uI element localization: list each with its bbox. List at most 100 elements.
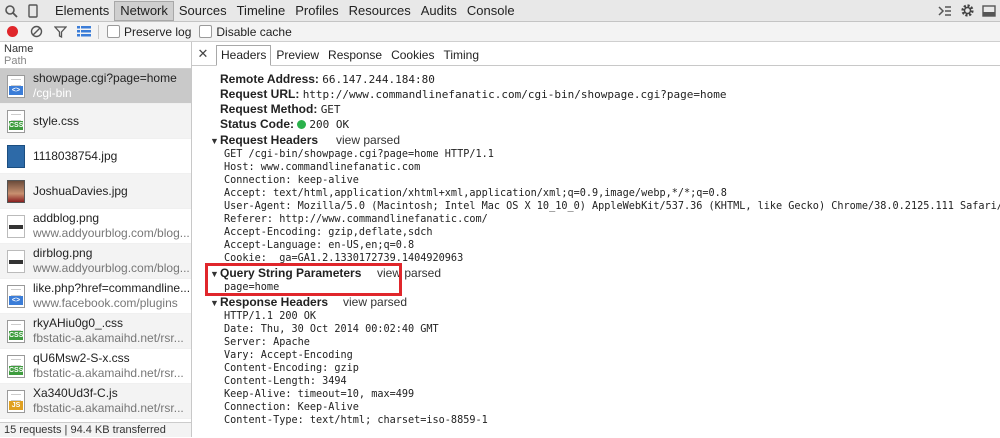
header-line: User-Agent: Mozilla/5.0 (Macintosh; Inte… xyxy=(224,201,1000,212)
request-headers-section-title[interactable]: ▼Request Headers view parsed xyxy=(210,132,1000,148)
response-headers-title: Response Headers xyxy=(220,295,329,309)
request-text: addblog.png www.addyourblog.com/blog... xyxy=(33,211,191,241)
request-details: ✕ Headers Preview Response Cookies Timing Re… xyxy=(192,42,1000,437)
panel-tab-audits[interactable]: Audits xyxy=(416,1,462,21)
gear-icon[interactable] xyxy=(956,0,978,22)
request-name: showpage.cgi?page=home xyxy=(33,71,177,85)
request-path: www.addyourblog.com/blog... xyxy=(33,226,190,240)
console-drawer-icon[interactable] xyxy=(934,0,956,22)
request-name: JoshuaDavies.jpg xyxy=(33,183,128,198)
panel-tab-timeline[interactable]: Timeline xyxy=(232,1,291,21)
request-headers-view-parsed[interactable]: view parsed xyxy=(336,132,400,148)
request-row[interactable]: addblog.png www.addyourblog.com/blog... xyxy=(0,209,191,244)
response-headers-section-title[interactable]: ▼Response Headers view parsed xyxy=(210,294,1000,310)
preserve-log-box[interactable] xyxy=(107,25,120,38)
request-list: Name Path <> showpage.cgi?page=home/cgi-b… xyxy=(0,42,192,437)
general-label: Request URL: xyxy=(220,87,300,101)
request-name: dirblog.png xyxy=(33,246,93,260)
device-mode-icon[interactable] xyxy=(22,0,44,22)
disable-cache-checkbox[interactable]: Disable cache xyxy=(199,25,292,39)
query-params-section-title[interactable]: ▼Query String Parameters view parsed xyxy=(210,265,1000,281)
request-path: fbstatic-a.akamaihd.net/rsr... xyxy=(33,366,184,380)
request-path: www.facebook.com/plugins xyxy=(33,296,178,310)
disable-cache-box[interactable] xyxy=(199,25,213,38)
header-line: GET /cgi-bin/showpage.cgi?page=home HTTP… xyxy=(224,149,494,160)
request-headers-title: Request Headers xyxy=(220,133,319,147)
tab-headers[interactable]: Headers xyxy=(216,45,272,66)
preserve-log-checkbox[interactable]: Preserve log xyxy=(107,25,191,39)
query-params-view-parsed[interactable]: view parsed xyxy=(377,265,441,281)
general-row: Remote Address: 66.147.244.184:80 xyxy=(220,72,1000,87)
request-name: qU6Msw2-S-x.css xyxy=(33,351,130,365)
panel-tab-elements[interactable]: Elements xyxy=(50,1,114,21)
close-icon[interactable]: ✕ xyxy=(196,45,210,65)
expand-triangle-icon[interactable]: ▼ xyxy=(210,295,220,311)
request-name: like.php?href=commandline... xyxy=(33,281,191,295)
general-label: Remote Address: xyxy=(220,72,319,86)
tab-response[interactable]: Response xyxy=(324,46,386,65)
request-row[interactable]: <> showpage.cgi?page=home/cgi-bin xyxy=(0,69,191,104)
header-line: Accept-Encoding: gzip,deflate,sdch xyxy=(224,227,433,238)
response-headers-lines: HTTP/1.1 200 OK Date: Thu, 30 Oct 2014 00… xyxy=(210,310,1000,427)
request-row[interactable]: <> like.php?href=commandline... www.facebo… xyxy=(0,279,191,314)
request-rows: <> showpage.cgi?page=home/cgi-bin CSS style… xyxy=(0,69,191,419)
list-header[interactable]: Name Path xyxy=(0,42,191,69)
css-file-icon: CSS xyxy=(7,109,25,133)
network-status-bar: 15 requests | 94.4 KB transferred xyxy=(0,422,191,437)
tab-preview[interactable]: Preview xyxy=(272,46,323,65)
devtools-toolbar: Elements Network Sources Timeline Profiles Re… xyxy=(0,0,1000,22)
request-row[interactable]: CSS qU6Msw2-S-x.css fbstatic-a.akamaihd.ne… xyxy=(0,349,191,384)
tab-timing[interactable]: Timing xyxy=(439,46,483,65)
request-text: JoshuaDavies.jpg xyxy=(33,184,191,199)
headers-view: Remote Address: 66.147.244.184:80 Request… xyxy=(210,72,1000,427)
details-tabs: ✕ Headers Preview Response Cookies Timing xyxy=(192,42,1000,66)
panel-tab-console[interactable]: Console xyxy=(462,1,520,21)
preserve-log-label: Preserve log xyxy=(124,24,192,39)
request-row[interactable]: CSS style.css xyxy=(0,104,191,139)
panel-tab-resources[interactable]: Resources xyxy=(344,1,416,21)
list-view-icon[interactable] xyxy=(72,22,96,42)
general-value: http://www.commandlinefanatic.com/cgi-bi… xyxy=(302,88,727,101)
header-line: Referer: http://www.commandlinefanatic.c… xyxy=(224,214,488,225)
record-icon[interactable] xyxy=(0,22,24,42)
expand-triangle-icon[interactable]: ▼ xyxy=(210,266,220,282)
tab-cookies[interactable]: Cookies xyxy=(387,46,438,65)
general-row: Request URL: http://www.commandlinefanat… xyxy=(220,87,1000,102)
header-line: Connection: keep-alive xyxy=(224,175,359,186)
column-name-header[interactable]: Name xyxy=(4,43,187,55)
request-row[interactable]: CSS rkyAHiu0g0_.css fbstatic-a.akamaihd.ne… xyxy=(0,314,191,349)
column-path-header: Path xyxy=(4,55,27,67)
js-file-icon: JS xyxy=(7,389,25,413)
general-row: Status Code: 200 OK xyxy=(220,117,1000,132)
header-line: Date: Thu, 30 Oct 2014 00:02:40 GMT xyxy=(224,324,439,335)
inspect-search-icon[interactable] xyxy=(0,0,22,22)
filter-icon[interactable] xyxy=(48,22,72,42)
header-line: Accept: text/html,application/xhtml+xml,… xyxy=(224,188,727,199)
panel-tab-network[interactable]: Network xyxy=(114,0,174,21)
header-line: Cookie: _ga=GA1.2.1330172739.1404920963 xyxy=(224,253,464,264)
request-name: 1118038754.jpg xyxy=(33,148,118,163)
request-row[interactable]: JoshuaDavies.jpg xyxy=(0,174,191,209)
general-label: Request Method: xyxy=(220,102,318,116)
request-text: dirblog.png www.addyourblog.com/blog... xyxy=(33,246,191,276)
response-headers-view-parsed[interactable]: view parsed xyxy=(343,294,407,310)
panel-tab-sources[interactable]: Sources xyxy=(174,1,232,21)
header-line: Server: Apache xyxy=(224,337,310,348)
request-row[interactable]: dirblog.png www.addyourblog.com/blog... xyxy=(0,244,191,279)
request-text: rkyAHiu0g0_.css fbstatic-a.akamaihd.net/r… xyxy=(33,316,191,346)
expand-triangle-icon[interactable]: ▼ xyxy=(210,133,220,149)
request-row[interactable]: 1118038754.jpg xyxy=(0,139,191,174)
clear-icon[interactable] xyxy=(24,22,48,42)
css-file-icon: CSS xyxy=(7,354,25,378)
request-path: /cgi-bin xyxy=(33,86,72,100)
header-line: Content-Type: text/html; charset=iso-885… xyxy=(224,415,488,426)
query-params-title: Query String Parameters xyxy=(220,266,362,280)
header-line: Host: www.commandlinefanatic.com xyxy=(224,162,421,173)
panel-tab-profiles[interactable]: Profiles xyxy=(290,1,343,21)
request-name: rkyAHiu0g0_.css xyxy=(33,316,124,330)
html-doc-icon: <> xyxy=(7,74,25,98)
request-row[interactable]: JS Xa340Ud3f-C.js fbstatic-a.akamaihd.net/… xyxy=(0,384,191,419)
request-name: style.css xyxy=(33,113,80,128)
record-dot xyxy=(6,26,18,37)
dock-side-icon[interactable] xyxy=(978,0,1000,22)
